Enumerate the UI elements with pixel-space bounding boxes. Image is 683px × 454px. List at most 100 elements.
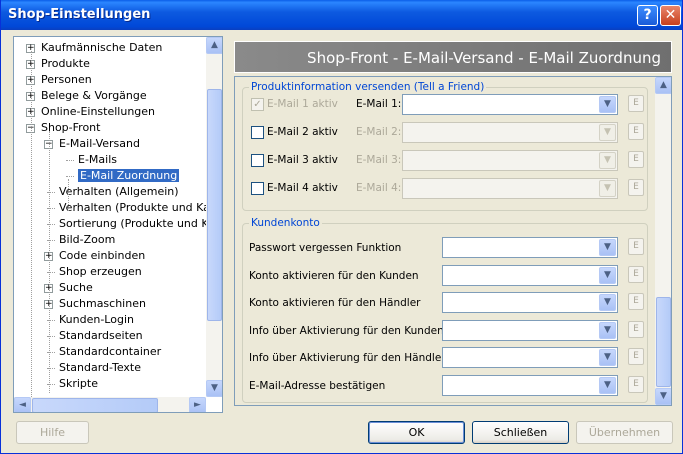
edit-account-email-button[interactable]: E <box>628 320 644 338</box>
email-template-dropdown[interactable]: ▼ <box>402 178 618 199</box>
email-active-checkbox[interactable]: ✓ <box>251 98 264 111</box>
account-email-dropdown[interactable]: ▼ <box>442 319 618 341</box>
tree-item-label: Code einbinden <box>59 249 146 262</box>
edit-email-button[interactable]: E <box>628 179 644 196</box>
account-email-dropdown[interactable]: ▼ <box>442 292 618 314</box>
tree-item[interactable]: Verhalten (Produkte und Kateg <box>47 200 207 216</box>
email-template-dropdown[interactable]: ▼ <box>402 94 618 115</box>
tree-item-label: Suche <box>59 281 93 294</box>
close-icon[interactable]: ✕ <box>660 5 681 26</box>
chevron-down-icon[interactable]: ▼ <box>599 180 616 197</box>
account-email-label: Info über Aktivierung für den Kunden <box>249 324 444 337</box>
tree-item-label: Standard-Texte <box>59 361 142 374</box>
content-panel: Produktinformation versenden (Tell a Fri… <box>234 76 672 406</box>
content-scroll-up-icon[interactable]: ▲ <box>655 77 671 94</box>
tree-item[interactable]: Standard-Texte <box>47 360 142 376</box>
account-email-dropdown[interactable]: ▼ <box>442 237 618 258</box>
tree-item-label: Belege & Vorgänge <box>41 89 147 102</box>
scroll-down-icon[interactable]: ▼ <box>206 380 222 397</box>
page-title: Shop-Front - E-Mail-Versand - E-Mail Zuo… <box>307 49 661 67</box>
tree-item[interactable]: + Suchmaschinen <box>44 296 146 312</box>
help-icon[interactable]: ? <box>637 5 658 26</box>
tree-item[interactable]: + Produkte <box>26 56 90 72</box>
tree-item[interactable]: + Personen <box>26 72 92 88</box>
tree-item[interactable]: Shop erzeugen <box>47 264 142 280</box>
chevron-down-icon[interactable]: ▼ <box>599 294 616 312</box>
chevron-down-icon[interactable]: ▼ <box>599 96 616 113</box>
tree-item[interactable]: + Code einbinden <box>44 248 146 264</box>
customer-account-legend: Kundenkonto <box>249 217 322 230</box>
email-active-label: E-Mail 4 aktiv <box>267 182 338 194</box>
chevron-down-icon[interactable]: ▼ <box>599 266 616 284</box>
edit-email-button[interactable]: E <box>628 151 644 168</box>
tree-item[interactable]: Sortierung (Produkte und Kateg <box>47 216 207 232</box>
tree-item-label: Standardseiten <box>59 329 143 342</box>
edit-email-button[interactable]: E <box>628 95 644 112</box>
edit-account-email-button[interactable]: E <box>628 238 644 255</box>
settings-dialog: Shop-Einstellungen ? ✕ + Kaufmännische Da… <box>0 0 683 454</box>
tree-item[interactable]: + Kaufmännische Daten <box>26 40 162 56</box>
edit-account-email-button[interactable]: E <box>628 376 644 393</box>
email-active-checkbox[interactable] <box>251 154 264 167</box>
tree-scroll-thumb[interactable] <box>207 89 222 321</box>
email-template-dropdown[interactable]: ▼ <box>402 122 618 143</box>
account-email-label: Passwort vergessen Funktion <box>249 242 402 254</box>
account-email-dropdown[interactable]: ▼ <box>442 347 618 369</box>
content-vertical-scrollbar[interactable]: ▲ ▼ <box>655 77 671 405</box>
scroll-up-icon[interactable]: ▲ <box>206 37 222 54</box>
tree-connector <box>66 176 74 177</box>
tree-item[interactable]: + Suche <box>44 280 93 296</box>
close-button[interactable]: Schließen <box>472 421 569 444</box>
chevron-down-icon[interactable]: ▼ <box>599 124 616 141</box>
tree-item[interactable]: Standardcontainer <box>47 344 161 360</box>
tree-vertical-scrollbar[interactable]: ▲ ▼ <box>206 37 222 397</box>
tell-a-friend-legend: Produktinformation versenden (Tell a Fri… <box>249 81 487 94</box>
scroll-right-icon[interactable]: ► <box>189 397 206 412</box>
tree-item[interactable]: E-Mails <box>66 152 117 168</box>
tree-hscroll-thumb[interactable] <box>32 398 158 412</box>
chevron-down-icon[interactable]: ▼ <box>599 321 616 339</box>
tree-item[interactable]: − E-Mail-Versand <box>44 136 140 152</box>
tree-item-label: Produkte <box>41 57 90 70</box>
tree-item[interactable]: Bild-Zoom <box>47 232 115 248</box>
edit-account-email-button[interactable]: E <box>628 348 644 366</box>
scroll-left-icon[interactable]: ◄ <box>14 397 31 412</box>
account-email-dropdown[interactable]: ▼ <box>442 264 618 286</box>
tree-item[interactable]: + Belege & Vorgänge <box>26 88 147 104</box>
tree-horizontal-scrollbar[interactable]: ◄ ► <box>14 397 206 412</box>
tree-item[interactable]: Standardseiten <box>47 328 143 344</box>
tree-item-label: Skripte <box>59 377 98 390</box>
tree-item[interactable]: + Online-Einstellungen <box>26 104 156 120</box>
email-active-checkbox[interactable] <box>251 126 264 139</box>
account-email-dropdown[interactable]: ▼ <box>442 375 618 396</box>
tree-item[interactable]: Kunden-Login <box>47 312 134 328</box>
chevron-down-icon[interactable]: ▼ <box>599 239 616 256</box>
email-active-label: E-Mail 3 aktiv <box>267 154 338 166</box>
title-bar[interactable]: Shop-Einstellungen ? ✕ <box>1 0 682 30</box>
chevron-down-icon[interactable]: ▼ <box>599 349 616 367</box>
content-inner: Produktinformation versenden (Tell a Fri… <box>235 77 656 405</box>
email-field-label: E-Mail 2: <box>356 126 402 138</box>
edit-account-email-button[interactable]: E <box>628 265 644 283</box>
ok-button[interactable]: OK <box>368 421 465 444</box>
email-template-dropdown[interactable]: ▼ <box>402 150 618 171</box>
edit-email-button[interactable]: E <box>628 123 644 140</box>
content-scroll-down-icon[interactable]: ▼ <box>655 388 671 405</box>
chevron-down-icon[interactable]: ▼ <box>599 152 616 169</box>
content-scroll-thumb[interactable] <box>656 297 671 387</box>
tree-item-label: Verhalten (Produkte und Kateg <box>59 201 207 214</box>
help-button[interactable]: Hilfe <box>16 421 89 444</box>
tree-item[interactable]: Skripte <box>47 376 98 392</box>
apply-button[interactable]: Übernehmen <box>576 421 673 444</box>
chevron-down-icon[interactable]: ▼ <box>599 377 616 394</box>
tree-item-label: E-Mail Zuordnung <box>78 169 180 182</box>
tree-item-label: Sortierung (Produkte und Kateg <box>59 217 207 230</box>
tree-item-label: Kunden-Login <box>59 313 134 326</box>
tree-item[interactable]: Verhalten (Allgemein) <box>47 184 179 200</box>
tree-item-label: Online-Einstellungen <box>41 105 156 118</box>
edit-account-email-button[interactable]: E <box>628 293 644 311</box>
tree-connector <box>66 160 74 161</box>
email-active-checkbox[interactable] <box>251 182 264 195</box>
tree-item-label: Verhalten (Allgemein) <box>59 185 179 198</box>
tree-item[interactable]: E-Mail Zuordnung <box>66 168 180 184</box>
